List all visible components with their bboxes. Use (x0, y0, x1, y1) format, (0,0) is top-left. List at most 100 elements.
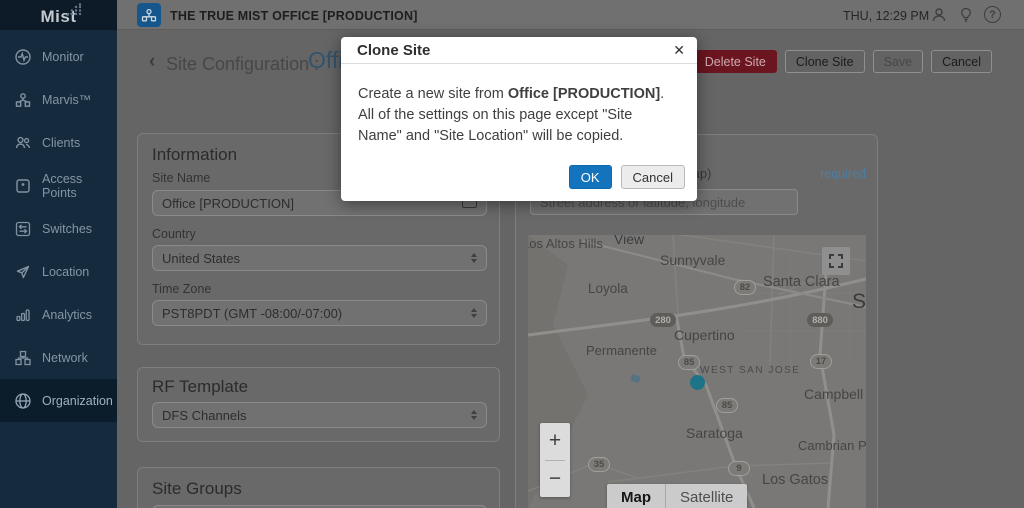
sidebar-item-clients[interactable]: Clients (0, 121, 117, 164)
sidebar-item-analytics[interactable]: Analytics (0, 293, 117, 336)
sidebar-item-label: Monitor (42, 50, 84, 64)
delete-site-button[interactable]: Delete Site (694, 50, 777, 73)
map-label-permanente: Permanente (586, 343, 657, 358)
clients-icon (14, 134, 32, 152)
route-badge-35: 35 (588, 457, 610, 472)
map-label-san-jose-partial: S (852, 290, 866, 314)
select-arrows-icon (471, 410, 477, 420)
monitor-icon (14, 48, 32, 66)
sidebar-item-label: Clients (42, 136, 80, 150)
sidebar-item-label: Switches (42, 222, 92, 236)
timezone-label: Time Zone (152, 282, 211, 296)
cancel-button[interactable]: Cancel (931, 50, 992, 73)
network-icon (14, 349, 32, 367)
map-fullscreen-button[interactable] (822, 247, 850, 275)
country-value: United States (162, 251, 240, 266)
rf-template-heading: RF Template (152, 377, 248, 397)
site-location-map[interactable]: Los Altos Hills View Sunnyvale Loyola Sa… (528, 235, 866, 508)
sidebar-item-switches[interactable]: Switches (0, 207, 117, 250)
sidebar-item-label: Analytics (42, 308, 92, 322)
route-badge-880: 880 (807, 313, 833, 327)
sidebar-item-access-points[interactable]: Access Points (0, 164, 117, 207)
back-chevron-icon[interactable]: ‹ (149, 51, 155, 73)
current-org-label[interactable]: THE TRUE MIST OFFICE [PRODUCTION] (170, 9, 418, 23)
timezone-select[interactable]: PST8PDT (GMT -08:00/-07:00) (152, 300, 487, 326)
map-label-cupertino: Cupertino (674, 327, 735, 343)
site-groups-heading: Site Groups (152, 479, 242, 499)
site-location-marker[interactable] (690, 375, 705, 390)
map-label-west-san-jose: WEST SAN JOSE (700, 365, 800, 376)
site-name-label: Site Name (152, 171, 210, 185)
sidebar-item-label: Marvis™ (42, 93, 91, 107)
analytics-icon (14, 306, 32, 324)
map-label-cambrian-park: Cambrian Park (798, 438, 866, 453)
modal-title: Clone Site (357, 42, 430, 59)
page-title: Site Configuration : (166, 54, 319, 75)
close-icon[interactable]: ✕ (673, 42, 685, 59)
sidebar-item-marvis[interactable]: Marvis™ (0, 78, 117, 121)
rf-template-select[interactable]: DFS Channels (152, 402, 487, 428)
map-label-loyola: Loyola (588, 281, 628, 296)
sidebar-item-monitor[interactable]: Monitor (0, 35, 117, 78)
sidebar: Mist Monitor Marvis™ Clients Access Poin… (0, 0, 117, 508)
route-badge-280: 280 (650, 313, 676, 327)
route-badge-9: 9 (728, 461, 750, 476)
satellite-view-button[interactable]: Satellite (666, 484, 747, 508)
map-label-los-gatos: Los Gatos (762, 472, 828, 488)
sidebar-nav: Monitor Marvis™ Clients Access Points Sw… (0, 35, 117, 422)
select-arrows-icon (471, 308, 477, 318)
map-view-button[interactable]: Map (607, 484, 666, 508)
route-badge-82: 82 (734, 280, 756, 295)
account-icon[interactable] (930, 6, 948, 24)
marvis-icon (14, 91, 32, 109)
fullscreen-icon (828, 253, 844, 269)
rf-template-value: DFS Channels (162, 408, 247, 423)
page-action-buttons: Delete Site Clone Site Save Cancel (694, 50, 992, 73)
map-label-santa-clara: Santa Clara (763, 274, 840, 290)
sidebar-item-location[interactable]: Location (0, 250, 117, 293)
zoom-out-button[interactable]: − (540, 461, 570, 498)
ok-button[interactable]: OK (569, 165, 612, 189)
modal-text-site-name: Office [PRODUCTION] (508, 86, 660, 102)
map-zoom-control: + − (540, 423, 570, 497)
map-type-control: Map Satellite (607, 484, 747, 508)
sidebar-item-label: Access Points (42, 172, 117, 200)
site-name-value: Office [PRODUCTION] (162, 196, 294, 211)
timezone-value: PST8PDT (GMT -08:00/-07:00) (162, 306, 342, 321)
country-label: Country (152, 227, 196, 241)
help-icon[interactable]: ? (984, 6, 1001, 23)
modal-cancel-button[interactable]: Cancel (621, 165, 685, 189)
modal-buttons: OK Cancel (569, 165, 685, 189)
zoom-in-button[interactable]: + (540, 423, 570, 460)
map-label-saratoga: Saratoga (686, 425, 743, 441)
help-glyph: ? (989, 9, 996, 21)
sidebar-item-network[interactable]: Network (0, 336, 117, 379)
save-button[interactable]: Save (873, 50, 924, 73)
clone-site-modal: Clone Site ✕ Create a new site from Offi… (341, 37, 697, 201)
sidebar-item-label: Network (42, 351, 88, 365)
modal-text-pre: Create a new site from (358, 86, 508, 102)
access-points-icon (14, 177, 32, 195)
map-label-campbell: Campbell (804, 386, 863, 402)
organization-icon (14, 392, 32, 410)
route-badge-17: 17 (810, 354, 832, 369)
location-icon (14, 263, 32, 281)
clone-site-button[interactable]: Clone Site (785, 50, 865, 73)
route-badge-85-south: 85 (716, 398, 738, 413)
map-label-sunnyvale: Sunnyvale (660, 252, 725, 268)
map-label-los-altos-hills: Los Altos Hills (528, 236, 603, 251)
switches-icon (14, 220, 32, 238)
whats-new-bulb-icon[interactable] (957, 6, 975, 24)
required-badge: required (780, 167, 866, 181)
country-select[interactable]: United States (152, 245, 487, 271)
organization-badge-icon[interactable] (137, 3, 161, 27)
sidebar-item-organization[interactable]: Organization (0, 379, 117, 422)
sidebar-item-label: Organization (42, 394, 113, 408)
modal-header: Clone Site ✕ (341, 37, 697, 64)
route-badge-85: 85 (678, 355, 700, 370)
select-arrows-icon (471, 253, 477, 263)
mist-logo-dots-icon (62, 3, 88, 17)
header-clock: THU, 12:29 PM (843, 9, 929, 23)
sidebar-item-label: Location (42, 265, 89, 279)
mist-logo[interactable]: Mist (0, 0, 117, 30)
